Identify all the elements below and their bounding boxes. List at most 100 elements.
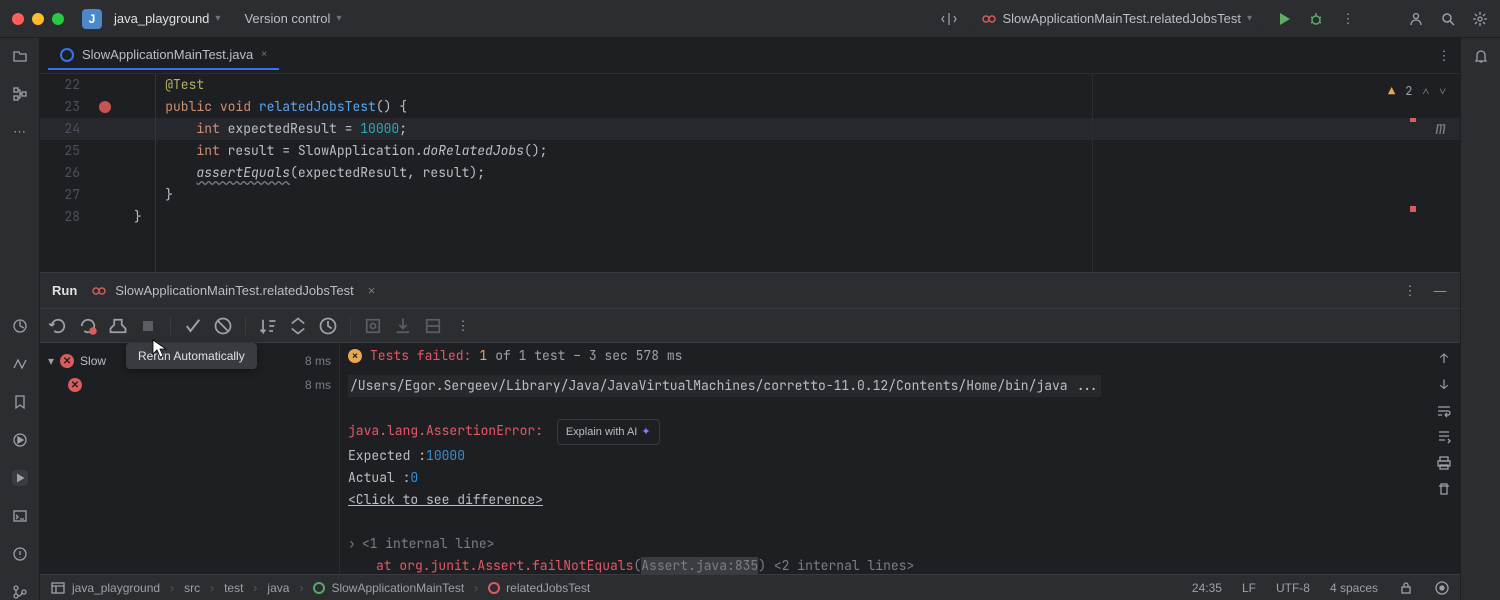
project-tool-icon[interactable] (12, 48, 28, 64)
run-panel-header: Run SlowApplicationMainTest.relatedJobsT… (40, 272, 1460, 308)
sparkle-icon: ✦ (641, 421, 650, 443)
expected-value: 10000 (426, 447, 465, 464)
run-options-icon[interactable]: ⋮ (1402, 283, 1418, 299)
window-controls (12, 13, 64, 25)
run-tab[interactable]: SlowApplicationMainTest.relatedJobsTest … (91, 283, 375, 299)
minimize-panel-icon[interactable]: — (1432, 283, 1448, 299)
project-badge: J (82, 9, 102, 29)
titlebar: J java_playground ▾ Version control ▾ Sl… (0, 0, 1500, 38)
fold-label[interactable]: <1 internal line> (362, 535, 495, 552)
editor-tabs: SlowApplicationMainTest.java × ⋮ (40, 38, 1460, 74)
terminal-tool-icon[interactable] (12, 508, 28, 524)
code-with-me-icon[interactable] (941, 11, 957, 27)
test-history-icon[interactable] (318, 316, 338, 336)
console-side-tools: ↑ ↓ (1436, 351, 1452, 497)
scroll-up-icon[interactable]: ↑ (1436, 351, 1452, 367)
next-highlight-icon[interactable]: ˅ (1439, 80, 1446, 102)
file-encoding[interactable]: UTF-8 (1276, 581, 1310, 595)
inspections-widget[interactable]: ▲ 2 ˄ ˅ (1388, 80, 1446, 102)
more-tools-icon[interactable]: ⋯ (12, 124, 28, 140)
line-separator[interactable]: LF (1242, 581, 1256, 595)
chevron-down-icon: ▾ (336, 13, 341, 24)
fold-toggle-icon[interactable]: › (348, 535, 356, 552)
fold-label[interactable]: <2 internal lines> (766, 557, 914, 574)
left-tool-strip: ⋯ (0, 38, 40, 600)
explain-with-ai-button[interactable]: Explain with AI ✦ (557, 419, 660, 445)
profiler-tool-icon[interactable] (12, 318, 28, 334)
scroll-to-end-icon[interactable] (1436, 429, 1452, 445)
stack-file-link[interactable]: Assert.java:835 (641, 557, 758, 574)
show-passed-icon[interactable] (183, 316, 203, 336)
actual-value: 0 (410, 469, 418, 486)
close-run-tab-icon[interactable]: × (368, 283, 376, 298)
stop-icon[interactable] (138, 316, 158, 336)
print-icon[interactable] (1436, 455, 1452, 471)
fail-icon: ✕ (68, 378, 82, 392)
rerun-failed-icon[interactable] (78, 316, 98, 336)
export-tests-icon[interactable] (393, 316, 413, 336)
project-selector[interactable]: java_playground ▾ (114, 11, 220, 26)
debug-button[interactable] (1308, 11, 1324, 27)
import-tests-icon[interactable] (363, 316, 383, 336)
version-control-menu[interactable]: Version control ▾ (244, 11, 341, 26)
vcs-tool-icon[interactable] (12, 584, 28, 600)
collapse-all-icon[interactable] (423, 316, 443, 336)
indent-settings[interactable]: 4 spaces (1330, 581, 1378, 595)
clear-all-icon[interactable] (1436, 481, 1452, 497)
test-config-icon (981, 11, 997, 27)
more-actions-icon[interactable]: ⋮ (1340, 11, 1356, 27)
settings-icon[interactable] (1472, 11, 1488, 27)
tab-options-icon[interactable]: ⋮ (1436, 48, 1452, 64)
toolbar-more-icon[interactable]: ⋮ (453, 316, 473, 336)
code-editor[interactable]: ▲ 2 ˄ ˅ m 22 @Test23 public void related… (40, 74, 1460, 272)
run-configuration-selector[interactable]: SlowApplicationMainTest.relatedJobsTest … (973, 7, 1261, 31)
test-tree[interactable]: ▾ ✕ Slow 8 ms ✕ relatedJobsTest 8 ms (40, 343, 340, 574)
chevron-down-icon: ▾ (215, 13, 220, 24)
close-tab-icon[interactable]: × (261, 49, 267, 60)
close-window[interactable] (12, 13, 24, 25)
run-tool-icon[interactable] (12, 470, 28, 486)
error-stripe-mark[interactable] (1410, 206, 1416, 212)
test-console[interactable]: ✕ Tests failed: 1 of 1 test – 3 sec 578 … (340, 343, 1460, 574)
right-tool-strip (1460, 38, 1500, 600)
ide-status-icon[interactable] (1434, 580, 1450, 596)
file-tab-name: SlowApplicationMainTest.java (82, 47, 253, 62)
zoom-window[interactable] (52, 13, 64, 25)
test-config-icon (91, 283, 107, 299)
see-difference-link[interactable]: <Click to see difference> (348, 491, 543, 508)
collaborators-icon[interactable] (1408, 11, 1424, 27)
run-tab-name: SlowApplicationMainTest.relatedJobsTest (115, 283, 353, 298)
caret-position[interactable]: 24:35 (1192, 581, 1222, 595)
soft-wrap-icon[interactable] (1436, 403, 1452, 419)
show-ignored-icon[interactable] (213, 316, 233, 336)
breadcrumbs[interactable]: java_playground›src›test›java› SlowAppli… (72, 581, 590, 595)
structure-tool-icon[interactable] (12, 86, 28, 102)
endpoints-tool-icon[interactable] (12, 356, 28, 372)
inspections-count: 2 (1405, 80, 1412, 102)
test-item-row[interactable]: ✕ relatedJobsTest 8 ms (40, 373, 339, 397)
file-tab[interactable]: SlowApplicationMainTest.java × (48, 41, 279, 70)
exception-class: java.lang.AssertionError: (348, 422, 543, 439)
tool-windows-icon[interactable] (50, 580, 66, 596)
bookmarks-tool-icon[interactable] (12, 394, 28, 410)
run-toolbar: ⋮ Rerun Automatically (40, 308, 1460, 342)
prev-highlight-icon[interactable]: ˄ (1422, 80, 1429, 102)
rerun-icon[interactable] (48, 316, 68, 336)
run-config-name: SlowApplicationMainTest.relatedJobsTest (1003, 11, 1241, 26)
services-tool-icon[interactable] (12, 432, 28, 448)
readonly-lock-icon[interactable] (1398, 580, 1414, 596)
expand-all-icon[interactable] (288, 316, 308, 336)
toggle-auto-test-icon[interactable] (108, 316, 128, 336)
sort-icon[interactable] (258, 316, 278, 336)
run-button[interactable] (1276, 11, 1292, 27)
scroll-down-icon[interactable]: ↓ (1436, 377, 1452, 393)
problems-tool-icon[interactable] (12, 546, 28, 562)
search-icon[interactable] (1440, 11, 1456, 27)
chevron-down-icon[interactable]: ▾ (48, 354, 54, 368)
minimap-letter: m (1435, 118, 1446, 140)
error-stripe-mark[interactable] (1410, 118, 1416, 122)
test-status-bar: ✕ Tests failed: 1 of 1 test – 3 sec 578 … (348, 345, 1460, 367)
fail-icon: ✕ (60, 354, 74, 368)
notifications-icon[interactable] (1473, 48, 1489, 64)
minimize-window[interactable] (32, 13, 44, 25)
